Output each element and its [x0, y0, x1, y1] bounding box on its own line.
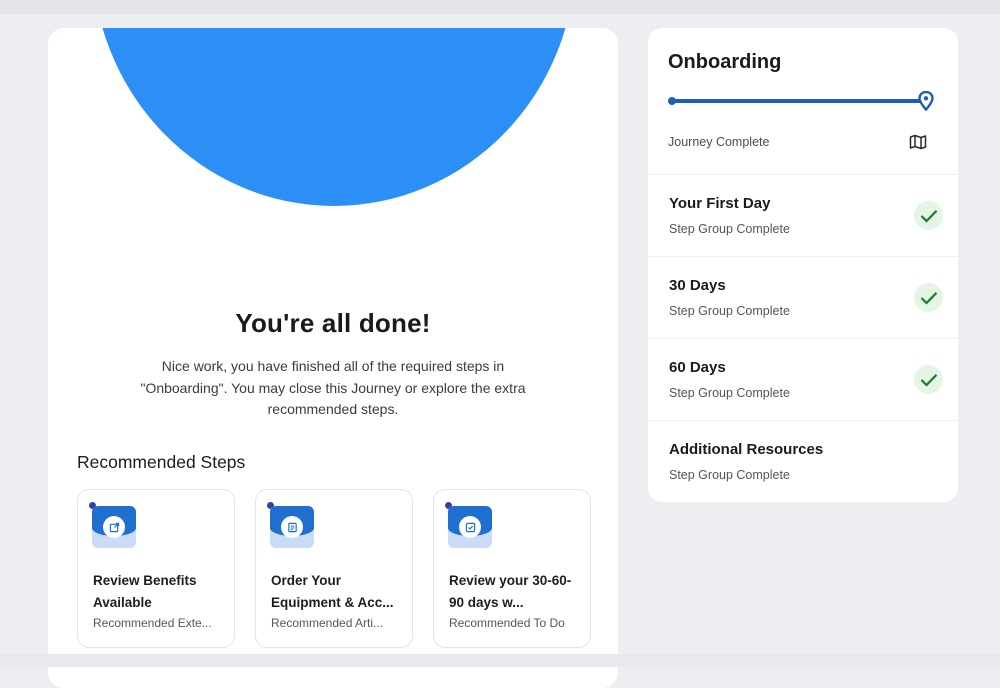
step-group-name: Additional Resources: [669, 441, 824, 458]
recommended-card-title: Review Benefits Available: [93, 573, 197, 610]
step-group-name: Your First Day: [669, 195, 771, 212]
journey-status: Journey Complete: [668, 135, 770, 149]
recommended-card-type: Recommended To Do: [449, 616, 565, 630]
bottom-edge: [0, 654, 1000, 667]
recommended-thumbnail: [270, 506, 314, 548]
journey-title: Onboarding: [668, 51, 782, 73]
article-icon: [287, 522, 297, 532]
step-group-status: Step Group Complete: [669, 468, 790, 482]
map-icon[interactable]: [909, 134, 927, 150]
recommended-card-type: Recommended Exte...: [93, 616, 212, 630]
hero-illustration: [92, 28, 576, 206]
checkbox-icon: [465, 522, 475, 532]
journey-sidebar: Onboarding Journey Complete Your First D…: [648, 28, 958, 502]
recommended-card-equipment[interactable]: Order Your Equipment & Acc... Recommende…: [255, 489, 413, 648]
step-group-status: Step Group Complete: [669, 386, 790, 400]
recommended-card-type: Recommended Arti...: [271, 616, 384, 630]
recommended-steps-heading: Recommended Steps: [77, 452, 246, 472]
external-link-icon: [109, 522, 119, 532]
top-strip: [0, 0, 1000, 14]
complete-check-icon: [914, 201, 943, 230]
complete-check-icon: [914, 365, 943, 394]
step-group-status: Step Group Complete: [669, 222, 790, 236]
recommended-thumbnail: [448, 506, 492, 548]
recommended-card-title: Review your 30-60-90 days w...: [449, 573, 572, 610]
recommended-card-benefits[interactable]: Review Benefits Available Recommended Ex…: [77, 489, 235, 648]
step-group-status: Step Group Complete: [669, 304, 790, 318]
step-group-name: 30 Days: [669, 277, 726, 294]
step-group-additional-resources[interactable]: Additional Resources Step Group Complete: [648, 420, 958, 502]
completion-title: You're all done!: [235, 308, 431, 338]
complete-check-icon: [914, 283, 943, 312]
journey-progress-bar: [672, 99, 926, 103]
step-group-your-first-day[interactable]: Your First Day Step Group Complete: [648, 174, 958, 257]
completion-message: Nice work, you have finished all of the …: [140, 358, 526, 417]
completion-card: You're all done! Nice work, you have fin…: [48, 28, 618, 688]
recommended-card-title: Order Your Equipment & Acc...: [271, 573, 394, 610]
recommended-card-30-60-90[interactable]: Review your 30-60-90 days w... Recommend…: [433, 489, 591, 648]
step-group-60-days[interactable]: 60 Days Step Group Complete: [648, 338, 958, 421]
recommended-thumbnail: [92, 506, 136, 548]
location-pin-icon: [918, 91, 934, 111]
progress-start-dot: [668, 97, 676, 105]
step-group-name: 60 Days: [669, 359, 726, 376]
step-group-30-days[interactable]: 30 Days Step Group Complete: [648, 256, 958, 339]
